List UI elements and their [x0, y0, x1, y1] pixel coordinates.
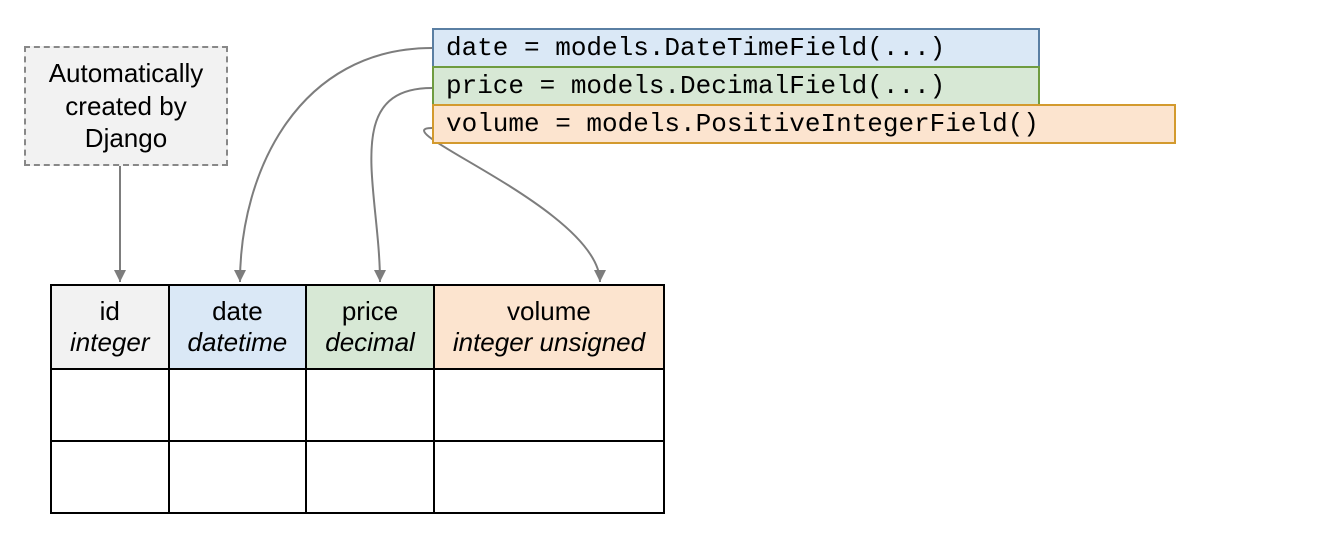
- code-line-volume: volume = models.PositiveIntegerField(): [432, 104, 1176, 144]
- col-type: decimal: [325, 327, 415, 358]
- col-name: id: [70, 296, 150, 327]
- col-header-date: date datetime: [169, 285, 307, 369]
- callout-text: Automatically created by Django: [26, 57, 226, 155]
- code-line-price: price = models.DecimalField(...): [432, 66, 1040, 106]
- django-auto-callout: Automatically created by Django: [24, 46, 228, 166]
- col-name: price: [325, 296, 415, 327]
- col-header-price: price decimal: [306, 285, 434, 369]
- table-body: [51, 369, 664, 513]
- table-row: [51, 441, 664, 513]
- col-type: integer unsigned: [453, 327, 645, 358]
- col-type: datetime: [188, 327, 288, 358]
- col-name: date: [188, 296, 288, 327]
- model-code-block: date = models.DateTimeField(...) price =…: [432, 28, 1176, 144]
- col-type: integer: [70, 327, 150, 358]
- col-name: volume: [453, 296, 645, 327]
- col-header-volume: volume integer unsigned: [434, 285, 664, 369]
- table-row: [51, 369, 664, 441]
- col-header-id: id integer: [51, 285, 169, 369]
- db-table: id integer date datetime price decimal v…: [50, 284, 665, 514]
- code-line-date: date = models.DateTimeField(...): [432, 28, 1040, 68]
- table-header-row: id integer date datetime price decimal v…: [51, 285, 664, 369]
